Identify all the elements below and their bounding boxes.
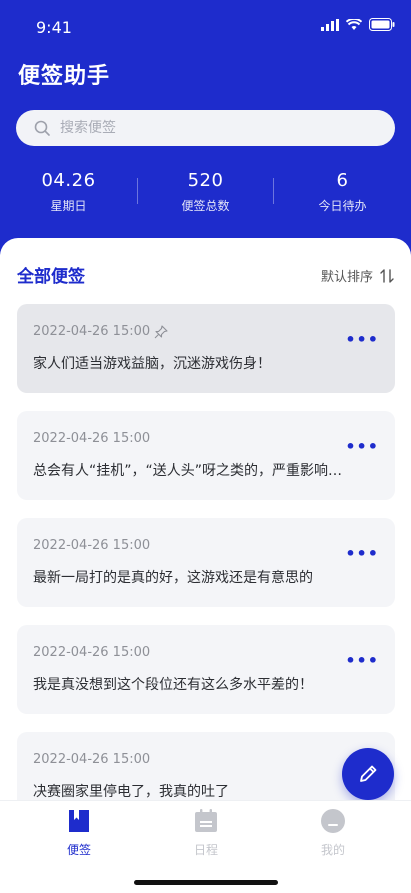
more-button[interactable]: •••	[345, 437, 379, 456]
note-text: 决赛圈家里停电了，我真的吐了	[33, 784, 229, 800]
notes-panel: 全部便签 默认排序 2022-04-26 15:00 家人们适当游戏益脑，沉迷游…	[0, 238, 411, 893]
stat-total-label: 便签总数	[181, 199, 230, 213]
tab-notes[interactable]: 便签	[39, 809, 119, 858]
stat-todo: 6 今日待办	[274, 170, 411, 214]
note-date: 2022-04-26 15:00	[33, 431, 151, 446]
note-date: 2022-04-26 15:00	[33, 752, 151, 767]
stat-todo-value: 6	[336, 170, 349, 191]
home-indicator	[134, 880, 278, 885]
tab-schedule[interactable]: 日程	[166, 809, 246, 858]
page-title: 便签助手	[18, 64, 111, 89]
stat-total-value: 520	[187, 170, 224, 191]
header: 9:41 便签助手 04.26 星期日 520 便签总数 6 今日待办	[0, 0, 411, 270]
more-button[interactable]: •••	[345, 330, 379, 349]
stat-date: 04.26 星期日	[0, 170, 137, 214]
sort-button[interactable]: 默认排序	[321, 266, 395, 285]
stat-date-value: 04.26	[41, 170, 96, 191]
note-icon	[69, 810, 89, 832]
note-date: 2022-04-26 15:00	[33, 324, 379, 339]
wifi-icon	[346, 18, 362, 30]
note-text: 总会有人“挂机”，“送人头”呀之类的，严重影响…	[33, 463, 343, 479]
note-card[interactable]: 2022-04-26 15:00 总会有人“挂机”，“送人头”呀之类的，严重影响…	[17, 411, 395, 500]
more-button[interactable]: •••	[345, 651, 379, 670]
note-card[interactable]: 2022-04-26 15:00 我是真没想到这个段位还有这么多水平差的！ ••…	[17, 625, 395, 714]
battery-icon	[369, 18, 395, 31]
new-note-button[interactable]	[342, 748, 394, 800]
note-card[interactable]: 2022-04-26 15:00 最新一局打的是真的好，这游戏还是有意思的 ••…	[17, 518, 395, 607]
pencil-icon	[360, 765, 377, 782]
section-title: 全部便签	[17, 267, 85, 287]
pin-icon	[154, 324, 168, 338]
note-date-text: 2022-04-26 15:00	[33, 324, 151, 339]
search-input[interactable]	[58, 119, 362, 137]
tab-profile[interactable]: 我的	[293, 809, 373, 858]
note-text: 我是真没想到这个段位还有这么多水平差的！	[33, 677, 313, 693]
stat-todo-label: 今日待办	[318, 199, 367, 213]
tab-profile-label: 我的	[320, 843, 345, 857]
search-bar[interactable]	[16, 110, 395, 146]
note-card[interactable]: 2022-04-26 15:00 家人们适当游戏益脑，沉迷游戏伤身！ •••	[17, 304, 395, 393]
status-icons	[321, 18, 395, 31]
tab-notes-label: 便签	[66, 843, 91, 857]
note-date: 2022-04-26 15:00	[33, 645, 151, 660]
note-text: 最新一局打的是真的好，这游戏还是有意思的	[33, 570, 313, 586]
profile-icon	[321, 809, 345, 833]
note-date: 2022-04-26 15:00	[33, 538, 151, 553]
status-time: 9:41	[36, 18, 72, 37]
tab-schedule-label: 日程	[193, 843, 218, 857]
calendar-icon	[195, 809, 217, 832]
sort-label: 默认排序	[320, 270, 373, 285]
stat-total: 520 便签总数	[137, 170, 274, 214]
stat-date-label: 星期日	[50, 199, 87, 213]
stats-row: 04.26 星期日 520 便签总数 6 今日待办	[0, 170, 411, 214]
more-button[interactable]: •••	[345, 544, 379, 563]
signal-icon	[321, 18, 339, 31]
note-text: 家人们适当游戏益脑，沉迷游戏伤身！	[33, 356, 271, 372]
search-icon	[34, 120, 50, 136]
sort-icon	[380, 268, 394, 283]
